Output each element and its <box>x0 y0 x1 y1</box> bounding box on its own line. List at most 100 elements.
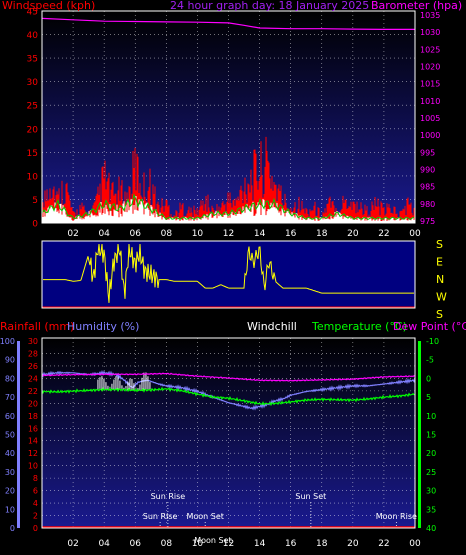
temperature-y-tick: 40 <box>426 524 436 533</box>
baro-y-tick: 1035 <box>420 11 440 20</box>
annotation-label: Moon Set <box>186 512 223 521</box>
annotation-label: Sun Set <box>295 492 326 501</box>
temperature-y-tick: 20 <box>426 449 436 458</box>
wind-y-tick: 35 <box>27 55 38 65</box>
time-tick-lower: 22 <box>378 539 389 549</box>
temperature-y-tick: -10 <box>426 337 439 346</box>
rainfall-y-tick: 26 <box>28 362 38 371</box>
time-tick-lower: 00 <box>409 539 421 549</box>
baro-y-tick: 1010 <box>420 97 440 106</box>
temperature-y-tick: 10 <box>426 412 436 421</box>
rainfall-y-tick: 10 <box>28 462 38 471</box>
windspeed-axis-title: Windspeed (kph) <box>2 0 95 12</box>
rainfall-y-tick: 8 <box>33 474 38 483</box>
chart-title: 24 hour graph day: 18 January 2025 <box>170 0 369 12</box>
humidity-scale-bar <box>17 341 20 528</box>
humidity-y-tick: 80 <box>5 374 15 383</box>
rainfall-y-tick: 22 <box>28 387 38 396</box>
time-tick-lower: 20 <box>347 539 359 549</box>
baro-y-tick: 995 <box>420 148 435 157</box>
time-tick-upper: 08 <box>161 229 173 239</box>
wind-y-tick: 30 <box>27 78 39 88</box>
wind-y-tick: 20 <box>27 125 39 135</box>
time-tick-lower: 16 <box>285 539 297 549</box>
rainfall-axis-title: Rainfall (mm) <box>0 320 74 333</box>
baro-y-tick: 1000 <box>420 131 440 140</box>
wind-y-tick: 15 <box>27 149 38 159</box>
temperature-y-tick: -5 <box>426 356 434 365</box>
temperature-y-tick: 5 <box>426 393 431 402</box>
rainfall-y-tick: 6 <box>33 487 38 496</box>
rainfall-y-tick: 4 <box>33 499 38 508</box>
time-tick-lower: 02 <box>67 539 78 549</box>
wind-y-tick: 10 <box>27 172 39 182</box>
time-tick-lower: 06 <box>130 539 142 549</box>
time-tick-upper: 00 <box>409 229 421 239</box>
humidity-y-tick: 90 <box>5 356 15 365</box>
barometer-axis-title: Barometer (hpa) <box>371 0 462 12</box>
baro-y-tick: 1015 <box>420 80 440 89</box>
humidity-y-tick: 40 <box>5 449 15 458</box>
windchill-label: Windchill <box>247 320 297 333</box>
rainfall-y-tick: 0 <box>33 524 38 533</box>
wind-y-tick: 45 <box>27 8 38 18</box>
humidity-y-tick: 10 <box>5 505 15 514</box>
rainfall-y-tick: 20 <box>28 399 38 408</box>
time-tick-upper: 02 <box>67 229 78 239</box>
time-tick-upper: 16 <box>285 229 297 239</box>
compass-label: W <box>436 291 447 304</box>
time-tick-upper: 20 <box>347 229 359 239</box>
compass-label: S <box>436 238 443 251</box>
time-tick-lower: 08 <box>161 539 173 549</box>
baro-y-tick: 1025 <box>420 45 440 54</box>
rainfall-y-tick: 2 <box>33 512 38 521</box>
time-tick-upper: 18 <box>316 229 328 239</box>
baro-y-tick: 985 <box>420 183 435 192</box>
temperature-y-tick: 30 <box>426 487 436 496</box>
rainfall-y-tick: 16 <box>28 424 38 433</box>
rainfall-y-tick: 14 <box>28 437 38 446</box>
wind-y-tick: 5 <box>32 196 38 206</box>
baro-y-tick: 1030 <box>420 28 440 37</box>
rainfall-y-tick: 12 <box>28 449 38 458</box>
humidity-y-tick: 30 <box>5 468 15 477</box>
temperature-y-tick: 25 <box>426 468 436 477</box>
time-tick-upper: 22 <box>378 229 389 239</box>
humidity-y-tick: 20 <box>5 487 15 496</box>
temperature-y-tick: 0 <box>426 374 431 383</box>
rainfall-y-tick: 28 <box>28 349 38 358</box>
temperature-y-tick: 35 <box>426 505 436 514</box>
annotation-label: Moon Rise <box>376 512 417 521</box>
temperature-scale-bar <box>418 341 421 528</box>
time-tick-upper: 10 <box>192 229 204 239</box>
time-tick-lower: 04 <box>98 539 110 549</box>
time-tick-upper: 12 <box>223 229 234 239</box>
humidity-y-tick: 60 <box>5 412 15 421</box>
time-tick-upper: 14 <box>254 229 266 239</box>
humidity-y-tick: 0 <box>10 524 15 533</box>
annotation-label: Moon Set <box>194 536 231 545</box>
compass-label: E <box>436 256 443 269</box>
humidity-y-tick: 50 <box>5 431 15 440</box>
humidity-y-tick: 100 <box>0 337 15 346</box>
baro-y-tick: 1020 <box>420 63 440 72</box>
rainfall-y-tick: 18 <box>28 412 38 421</box>
baro-y-tick: 975 <box>420 217 435 226</box>
rainfall-y-tick: 24 <box>28 374 38 383</box>
time-tick-lower: 18 <box>316 539 328 549</box>
weather-graph: Windspeed (kph) 24 hour graph day: 18 Ja… <box>0 0 466 549</box>
temperature-y-tick: 15 <box>426 431 436 440</box>
rainfall-y-tick: 30 <box>28 337 38 346</box>
time-tick-upper: 04 <box>98 229 110 239</box>
wind-y-tick: 25 <box>27 102 38 112</box>
baro-y-tick: 1005 <box>420 114 440 123</box>
humidity-axis-title: Humidity (%) <box>67 320 139 333</box>
compass-label: S <box>436 308 443 321</box>
time-tick-upper: 06 <box>130 229 142 239</box>
annotation-label: Sun Rise <box>151 492 186 501</box>
wind-y-tick: 0 <box>32 220 38 230</box>
baro-y-tick: 990 <box>420 166 435 175</box>
wind-y-tick: 40 <box>27 31 39 41</box>
compass-label: N <box>436 273 444 286</box>
baro-y-tick: 980 <box>420 200 435 209</box>
